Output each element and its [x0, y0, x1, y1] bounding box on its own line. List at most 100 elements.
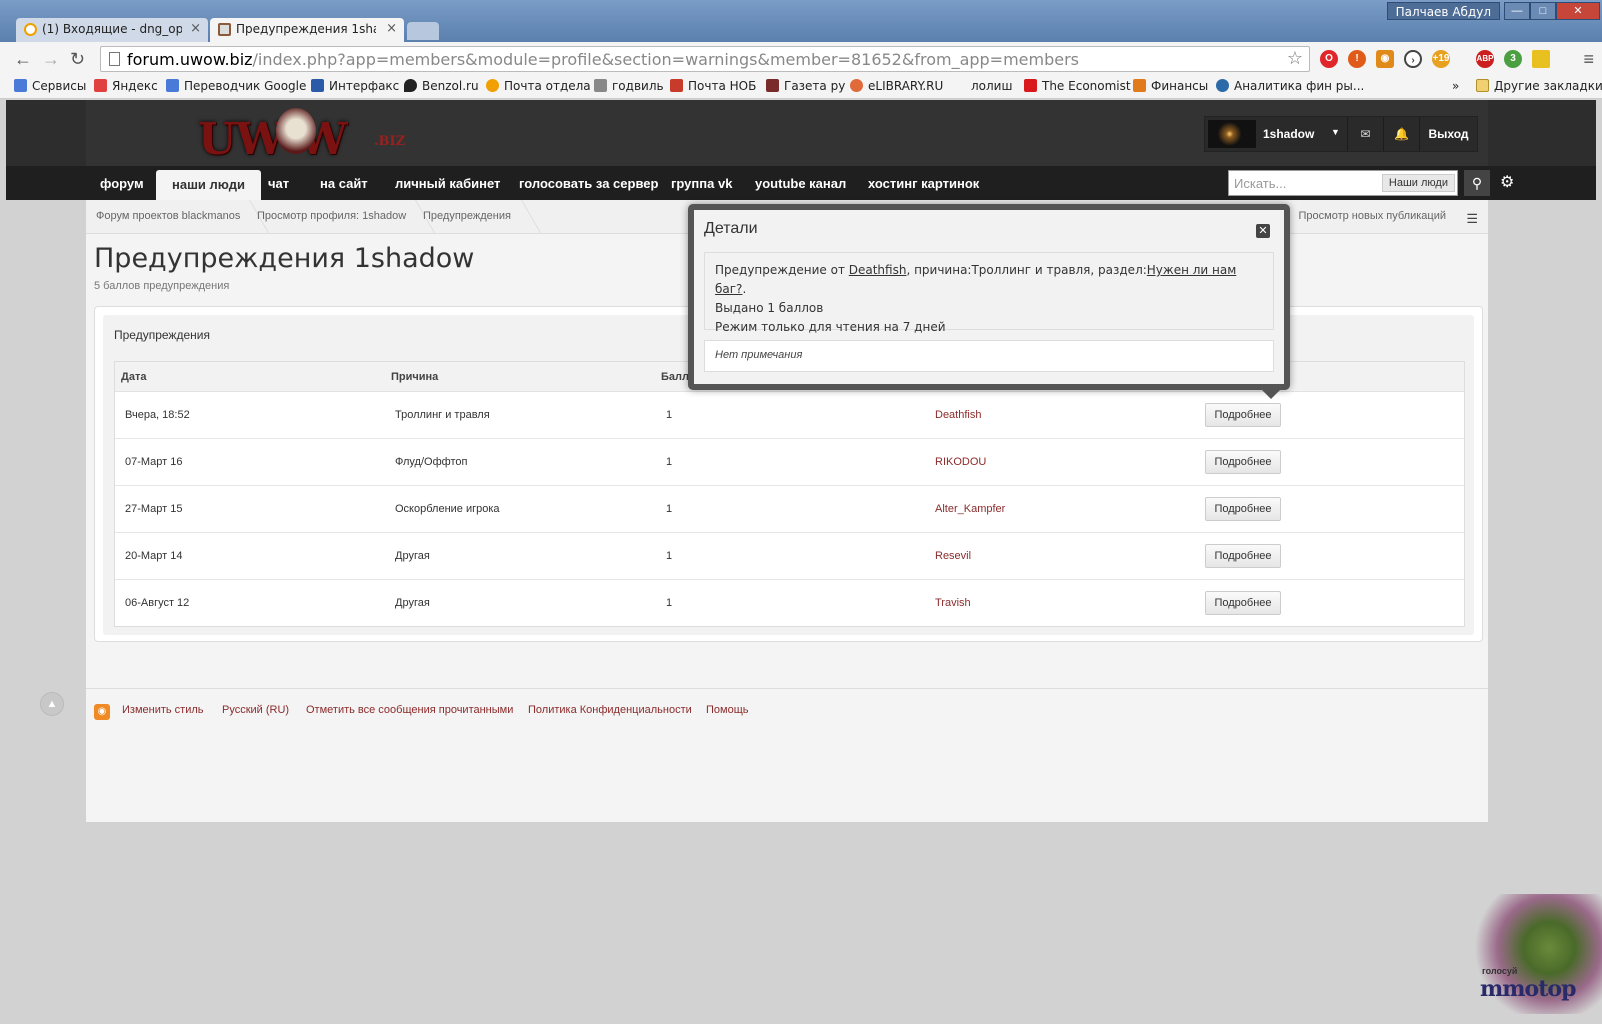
- header-inner: UW W .BIZ 1shadow ▼ ✉ 🔔 Выход: [86, 100, 1488, 166]
- footer-privacy[interactable]: Политика Конфиденциальности: [528, 704, 692, 716]
- bookmark-services[interactable]: Сервисы: [14, 79, 86, 93]
- mmotop-vote-widget[interactable]: голосуй mmotop: [1434, 894, 1602, 1024]
- mail-favicon-icon: [24, 23, 37, 36]
- browser-titlebar: (1) Входящие - dng_opit@ × Предупреждени…: [0, 0, 1602, 42]
- footer-help[interactable]: Помощь: [706, 704, 749, 716]
- opera-icon[interactable]: O: [1320, 50, 1338, 68]
- row-reason: Флуд/Оффтоп: [395, 456, 468, 468]
- bookmark-yandex[interactable]: Яндекс: [94, 79, 158, 93]
- bell-icon[interactable]: 🔔: [1383, 117, 1419, 151]
- nav-chat[interactable]: чат: [268, 166, 289, 200]
- details-button[interactable]: Подробнее: [1205, 591, 1281, 615]
- row-date: 27-Март 15: [125, 503, 183, 515]
- row-moderator-link[interactable]: Alter_Kampfer: [935, 503, 1005, 515]
- details-button[interactable]: Подробнее: [1205, 450, 1281, 474]
- row-points: 1: [666, 409, 673, 421]
- modal-pointer: [1262, 390, 1280, 399]
- tab-close-icon[interactable]: ×: [386, 21, 397, 36]
- close-icon[interactable]: ✕: [1256, 224, 1270, 238]
- row-moderator-link[interactable]: Deathfish: [935, 409, 981, 421]
- forward-arrow-icon[interactable]: →: [42, 49, 60, 70]
- scroll-to-top-icon[interactable]: ▲: [40, 692, 64, 716]
- bookmark-economist[interactable]: The Economist: [1024, 79, 1131, 93]
- reload-icon[interactable]: ↻: [70, 49, 85, 70]
- warning-issuer-link[interactable]: Deathfish: [849, 263, 907, 277]
- tab-close-icon[interactable]: ×: [190, 21, 201, 36]
- browser-tab-warnings[interactable]: Предупреждения 1shadow ×: [210, 18, 404, 42]
- breadcrumb-forum[interactable]: Форум проектов blackmanos: [96, 210, 240, 222]
- row-date: Вчера, 18:52: [125, 409, 190, 421]
- breadcrumb-separator: [510, 200, 542, 234]
- bookmark-analytics[interactable]: Аналитика фин ры...: [1216, 79, 1364, 93]
- breadcrumb-profile[interactable]: Просмотр профиля: 1shadow: [257, 210, 406, 222]
- nav-to-site[interactable]: на сайт: [320, 166, 368, 200]
- nav-image-hosting[interactable]: хостинг картинок: [868, 166, 979, 200]
- row-reason: Другая: [395, 550, 430, 562]
- more-bookmarks-chevron-icon[interactable]: »: [1452, 79, 1459, 93]
- search-icon[interactable]: ⚲: [1464, 170, 1490, 196]
- bookmark-star-icon[interactable]: ☆: [1287, 48, 1303, 69]
- nav-cabinet[interactable]: личный кабинет: [395, 166, 500, 200]
- footer-mark-read[interactable]: Отметить все сообщения прочитанными: [306, 704, 513, 716]
- footer-change-style[interactable]: Изменить стиль: [122, 704, 204, 716]
- flag-icon[interactable]: [1532, 50, 1550, 68]
- nav-forum[interactable]: форум: [100, 166, 144, 200]
- row-moderator-link[interactable]: RIKODOU: [935, 456, 986, 468]
- rss-feed-icon[interactable]: ◉: [94, 704, 110, 720]
- nav-vk-group[interactable]: группа vk: [671, 166, 732, 200]
- nav-our-people[interactable]: наши люди: [156, 170, 261, 200]
- search-input[interactable]: Искать... Наши люди: [1228, 170, 1458, 196]
- bookmark-godville[interactable]: годвиль: [594, 79, 664, 93]
- logout-button[interactable]: Выход: [1419, 117, 1477, 151]
- row-moderator-link[interactable]: Resevil: [935, 550, 971, 562]
- site-logo[interactable]: UW W .BIZ: [198, 108, 405, 165]
- new-posts-link[interactable]: Просмотр новых публикаций: [1298, 210, 1446, 222]
- clock-icon[interactable]: ›: [1404, 50, 1422, 68]
- translate-icon: [166, 79, 179, 92]
- shield-icon[interactable]: 3: [1504, 50, 1522, 68]
- weather-icon[interactable]: +19: [1432, 50, 1450, 68]
- rss-icon[interactable]: ◉: [1376, 50, 1394, 68]
- username-link[interactable]: 1shadow: [1263, 127, 1314, 141]
- list-icon[interactable]: ☰: [1466, 211, 1478, 227]
- avatar[interactable]: [1208, 120, 1256, 148]
- envelope-icon[interactable]: ✉: [1347, 117, 1383, 151]
- bookmark-benzol[interactable]: Benzol.ru: [404, 79, 479, 93]
- nav-vote[interactable]: голосовать за сервер: [519, 166, 658, 200]
- new-tab-button[interactable]: [407, 22, 439, 40]
- chevron-down-icon[interactable]: ▼: [1331, 127, 1340, 137]
- other-bookmarks-folder[interactable]: Другие закладки: [1476, 79, 1602, 93]
- alert-icon[interactable]: !: [1348, 50, 1366, 68]
- bookmark-mail-nob[interactable]: Почта НОБ: [670, 79, 756, 93]
- bookmark-finance[interactable]: Финансы: [1133, 79, 1208, 93]
- bookmark-mail-dept[interactable]: Почта отдела: [486, 79, 591, 93]
- window-close-button[interactable]: ✕: [1556, 2, 1600, 20]
- gear-icon[interactable]: ⚙: [1500, 172, 1514, 192]
- table-row: 07-Март 16 Флуд/Оффтоп 1 RIKODOU Подробн…: [115, 439, 1464, 486]
- bookmark-gazeta[interactable]: Газета ру: [766, 79, 845, 93]
- address-bar[interactable]: forum.uwow.biz/index.php?app=members&mod…: [100, 46, 1310, 72]
- bookmark-interfax[interactable]: Интерфакс: [311, 79, 399, 93]
- details-button[interactable]: Подробнее: [1205, 403, 1281, 427]
- nav-youtube[interactable]: youtube канал: [755, 166, 846, 200]
- minimize-button[interactable]: —: [1504, 2, 1530, 20]
- adblock-icon[interactable]: ABP: [1476, 50, 1494, 68]
- browser-tab-inbox[interactable]: (1) Входящие - dng_opit@ ×: [16, 18, 208, 42]
- bookmark-elibrary[interactable]: eLIBRARY.RU: [850, 79, 943, 93]
- table-row: Вчера, 18:52 Троллинг и травля 1 Deathfi…: [115, 392, 1464, 439]
- maximize-button[interactable]: □: [1530, 2, 1556, 20]
- warning-penalty-line: Режим только для чтения на 7 дней: [715, 320, 946, 334]
- bookmark-google-translate[interactable]: Переводчик Google: [166, 79, 306, 93]
- back-arrow-icon[interactable]: ←: [14, 49, 32, 70]
- browser-menu-icon[interactable]: ≡: [1583, 49, 1594, 70]
- footer-language[interactable]: Русский (RU): [222, 704, 289, 716]
- logo-text: UW W: [198, 114, 348, 165]
- search-scope-button[interactable]: Наши люди: [1381, 174, 1455, 192]
- bookmark-lolish[interactable]: лолиш: [971, 79, 1012, 93]
- site-favicon-icon: [218, 23, 231, 36]
- row-moderator-link[interactable]: Travish: [935, 597, 971, 609]
- interfax-icon: [311, 79, 324, 92]
- details-button[interactable]: Подробнее: [1205, 544, 1281, 568]
- details-button[interactable]: Подробнее: [1205, 497, 1281, 521]
- breadcrumb-warnings[interactable]: Предупреждения: [423, 210, 511, 222]
